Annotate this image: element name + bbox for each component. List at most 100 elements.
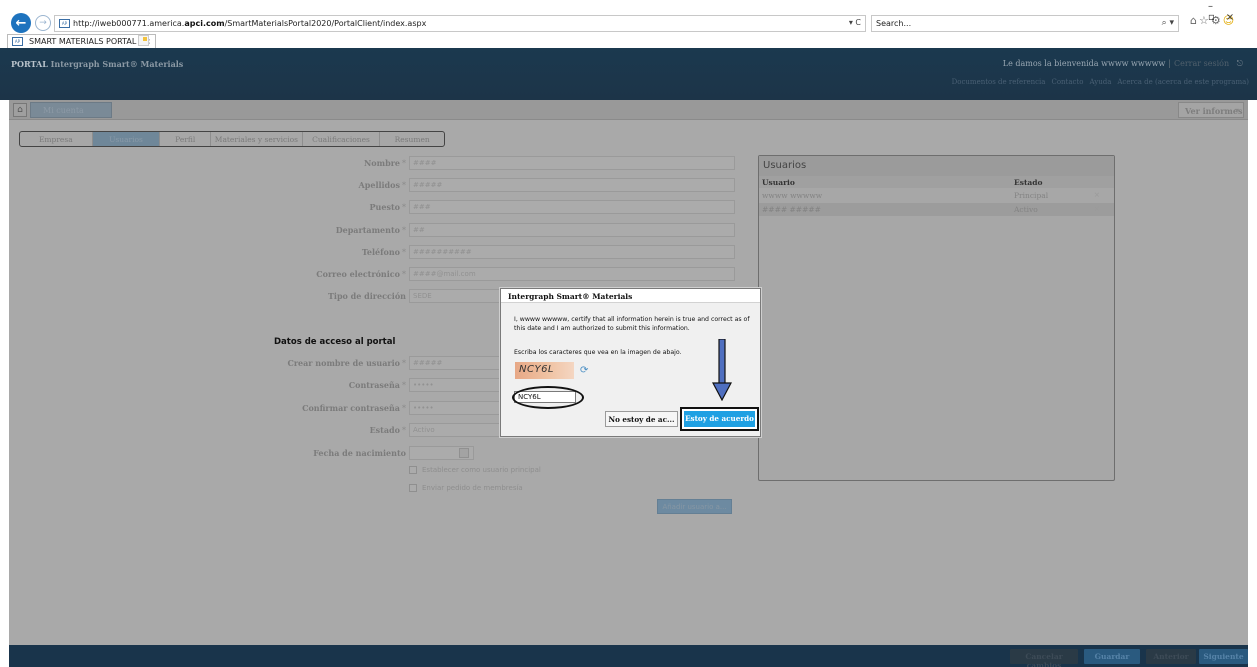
separator: | (1168, 59, 1171, 68)
delete-icon[interactable]: × (1094, 190, 1100, 199)
row-user: #### ##### (762, 205, 821, 214)
table-row[interactable]: #### ##### Activo × (759, 203, 1114, 216)
delete-icon[interactable]: × (1094, 204, 1100, 213)
label-last-name: Apellidos * (358, 180, 406, 190)
search-placeholder: Search... (876, 19, 912, 28)
wizard-steps: Empresa Usuarios Perfil Materiales y ser… (19, 131, 445, 147)
calendar-icon[interactable] (459, 448, 469, 458)
row-user: wwww wwwww (762, 191, 823, 200)
url-domain: apci.com (184, 19, 225, 28)
browser-search-input[interactable]: Search... ⌕ ▾ (871, 15, 1179, 32)
close-window-icon[interactable]: × (1226, 12, 1245, 23)
captcha-prompt: Escriba los caracteres que vea en la ima… (514, 349, 682, 356)
home-icon[interactable]: ⌂ (1190, 14, 1199, 27)
users-panel: Usuarios Usuario Estado wwww wwwww Princ… (758, 155, 1115, 481)
home-icon[interactable]: ⌂ (13, 103, 27, 117)
col-user-header: Usuario (762, 178, 795, 187)
row-state: Principal (1014, 191, 1049, 200)
col-state-header: Estado (1014, 178, 1043, 187)
membership-checkbox[interactable] (409, 484, 417, 492)
step-qualifications[interactable]: Cualificaciones (303, 132, 381, 146)
forward-arrow-icon[interactable]: → (35, 15, 51, 31)
certification-dialog: Intergraph Smart® Materials I, wwww wwww… (500, 288, 761, 437)
section-title-portal-access: Datos de acceso al portal (274, 337, 396, 347)
label-email: Correo electrónico * (316, 269, 406, 279)
department-field[interactable]: ## (409, 223, 735, 237)
back-arrow-icon[interactable]: ← (11, 13, 31, 33)
next-button[interactable]: Siguiente (1199, 649, 1248, 664)
label-username: Crear nombre de usuario * (287, 358, 406, 368)
primary-user-label: Establecer como usuario principal (422, 466, 541, 474)
users-table-header: Usuario Estado (759, 176, 1114, 188)
url-prefix: http://iweb000771.america. (73, 19, 185, 28)
label-confirm-password: Confirmar contraseña * (302, 403, 406, 413)
label-first-name: Nombre * (363, 158, 406, 168)
step-users[interactable]: Usuarios (92, 132, 161, 146)
new-tab-icon[interactable] (138, 35, 149, 46)
step-materials-services[interactable]: Materiales y servicios (211, 132, 303, 146)
search-icon[interactable]: ⌕ ▾ (1162, 18, 1174, 28)
position-field[interactable]: ### (409, 200, 735, 214)
label-password: Contraseña * (348, 380, 406, 390)
down-arrow-annotation (712, 339, 732, 401)
dialog-title: Intergraph Smart® Materials (501, 289, 760, 303)
brand-portal: PORTAL (11, 59, 48, 69)
table-row[interactable]: wwww wwwww Principal × (759, 189, 1114, 202)
tab-my-account[interactable]: Mi cuenta (30, 102, 112, 118)
row-state: Activo (1014, 205, 1038, 214)
step-profile[interactable]: Perfil (160, 132, 212, 146)
link-about[interactable]: Acerca de (acerca de este programa) (1117, 78, 1249, 86)
label-position: Puesto * (369, 202, 406, 212)
captcha-image: NCY6L (515, 362, 574, 379)
step-summary[interactable]: Resumen (380, 132, 444, 146)
link-documents[interactable]: Documentos de referencia (952, 78, 1046, 86)
label-birth-date: Fecha de nacimiento (313, 448, 406, 458)
primary-user-checkbox[interactable] (409, 466, 417, 474)
tab-favicon-icon: AP (12, 37, 23, 46)
label-phone: Teléfono * (361, 247, 406, 257)
email-field[interactable]: ####@mail.com (409, 267, 735, 281)
link-contact[interactable]: Contacto (1051, 78, 1083, 86)
logout-icon[interactable]: ⎋ (1237, 59, 1243, 68)
window-controls: –▫× (1208, 1, 1257, 23)
agree-button-highlight: Estoy de acuerdo (680, 407, 759, 431)
save-button[interactable]: Guardar (1084, 649, 1140, 664)
tab-title: SMART MATERIALS PORTAL (29, 37, 137, 46)
browser-chrome: ← → AP http://iweb000771.america. apci.co… (0, 0, 1257, 48)
refresh-dropdown-icon[interactable]: ▾ C (849, 18, 861, 27)
logout-link[interactable]: Cerrar sesión (1174, 59, 1229, 68)
browser-tab[interactable]: AP SMART MATERIALS PORTAL × (7, 34, 157, 48)
users-panel-title: Usuarios (759, 156, 1114, 176)
previous-button[interactable]: Anterior (1146, 649, 1196, 664)
cancel-changes-button[interactable]: Cancelar cambios (1010, 649, 1078, 667)
step-company[interactable]: Empresa (20, 132, 93, 146)
site-favicon-icon: AP (59, 19, 70, 28)
app-toolbar: ⌂ Mi cuenta Ver informes (9, 100, 1248, 120)
welcome-text: Le damos la bienvenida wwww wwwww (1002, 59, 1166, 68)
add-user-button[interactable]: Añadir usuario a... (657, 499, 732, 514)
refresh-captcha-icon[interactable]: ⟳ (580, 365, 592, 377)
first-name-field[interactable]: #### (409, 156, 735, 170)
agree-button[interactable]: Estoy de acuerdo (684, 411, 755, 427)
link-help[interactable]: Ayuda (1089, 78, 1111, 86)
dialog-body-text: I, wwww wwwww, certify that all informat… (514, 316, 750, 332)
circle-annotation (512, 386, 584, 409)
label-address-type: Tipo de dirección (327, 291, 406, 301)
welcome-bar: Le damos la bienvenida wwww wwwww | Cerrar… (1003, 59, 1243, 69)
phone-field[interactable]: ########## (409, 245, 735, 259)
portal-brand: PORTAL Intergraph Smart® Materials (11, 59, 183, 69)
footer-bar: Cancelar cambios Guardar Anterior Siguie… (9, 645, 1248, 667)
label-department: Departamento * (335, 225, 406, 235)
address-bar[interactable]: AP http://iweb000771.america. apci.com/Sm… (54, 15, 866, 32)
top-links: Documentos de referencia Contacto Ayuda Ace… (946, 78, 1249, 86)
app-header: PORTAL Intergraph Smart® Materials Le da… (0, 48, 1257, 100)
membership-label: Enviar pedido de membresía (422, 484, 523, 492)
last-name-field[interactable]: ##### (409, 178, 735, 192)
minimize-icon[interactable]: – (1208, 1, 1224, 12)
label-status: Estado * (369, 425, 406, 435)
disagree-button[interactable]: No estoy de ac... (605, 411, 678, 427)
restore-icon[interactable]: ▫ (1208, 12, 1226, 23)
brand-name: Intergraph Smart® Materials (50, 59, 184, 69)
url-path: /SmartMaterialsPortal2020/PortalClient/i… (224, 19, 427, 28)
view-reports-button[interactable]: Ver informes (1178, 102, 1244, 118)
